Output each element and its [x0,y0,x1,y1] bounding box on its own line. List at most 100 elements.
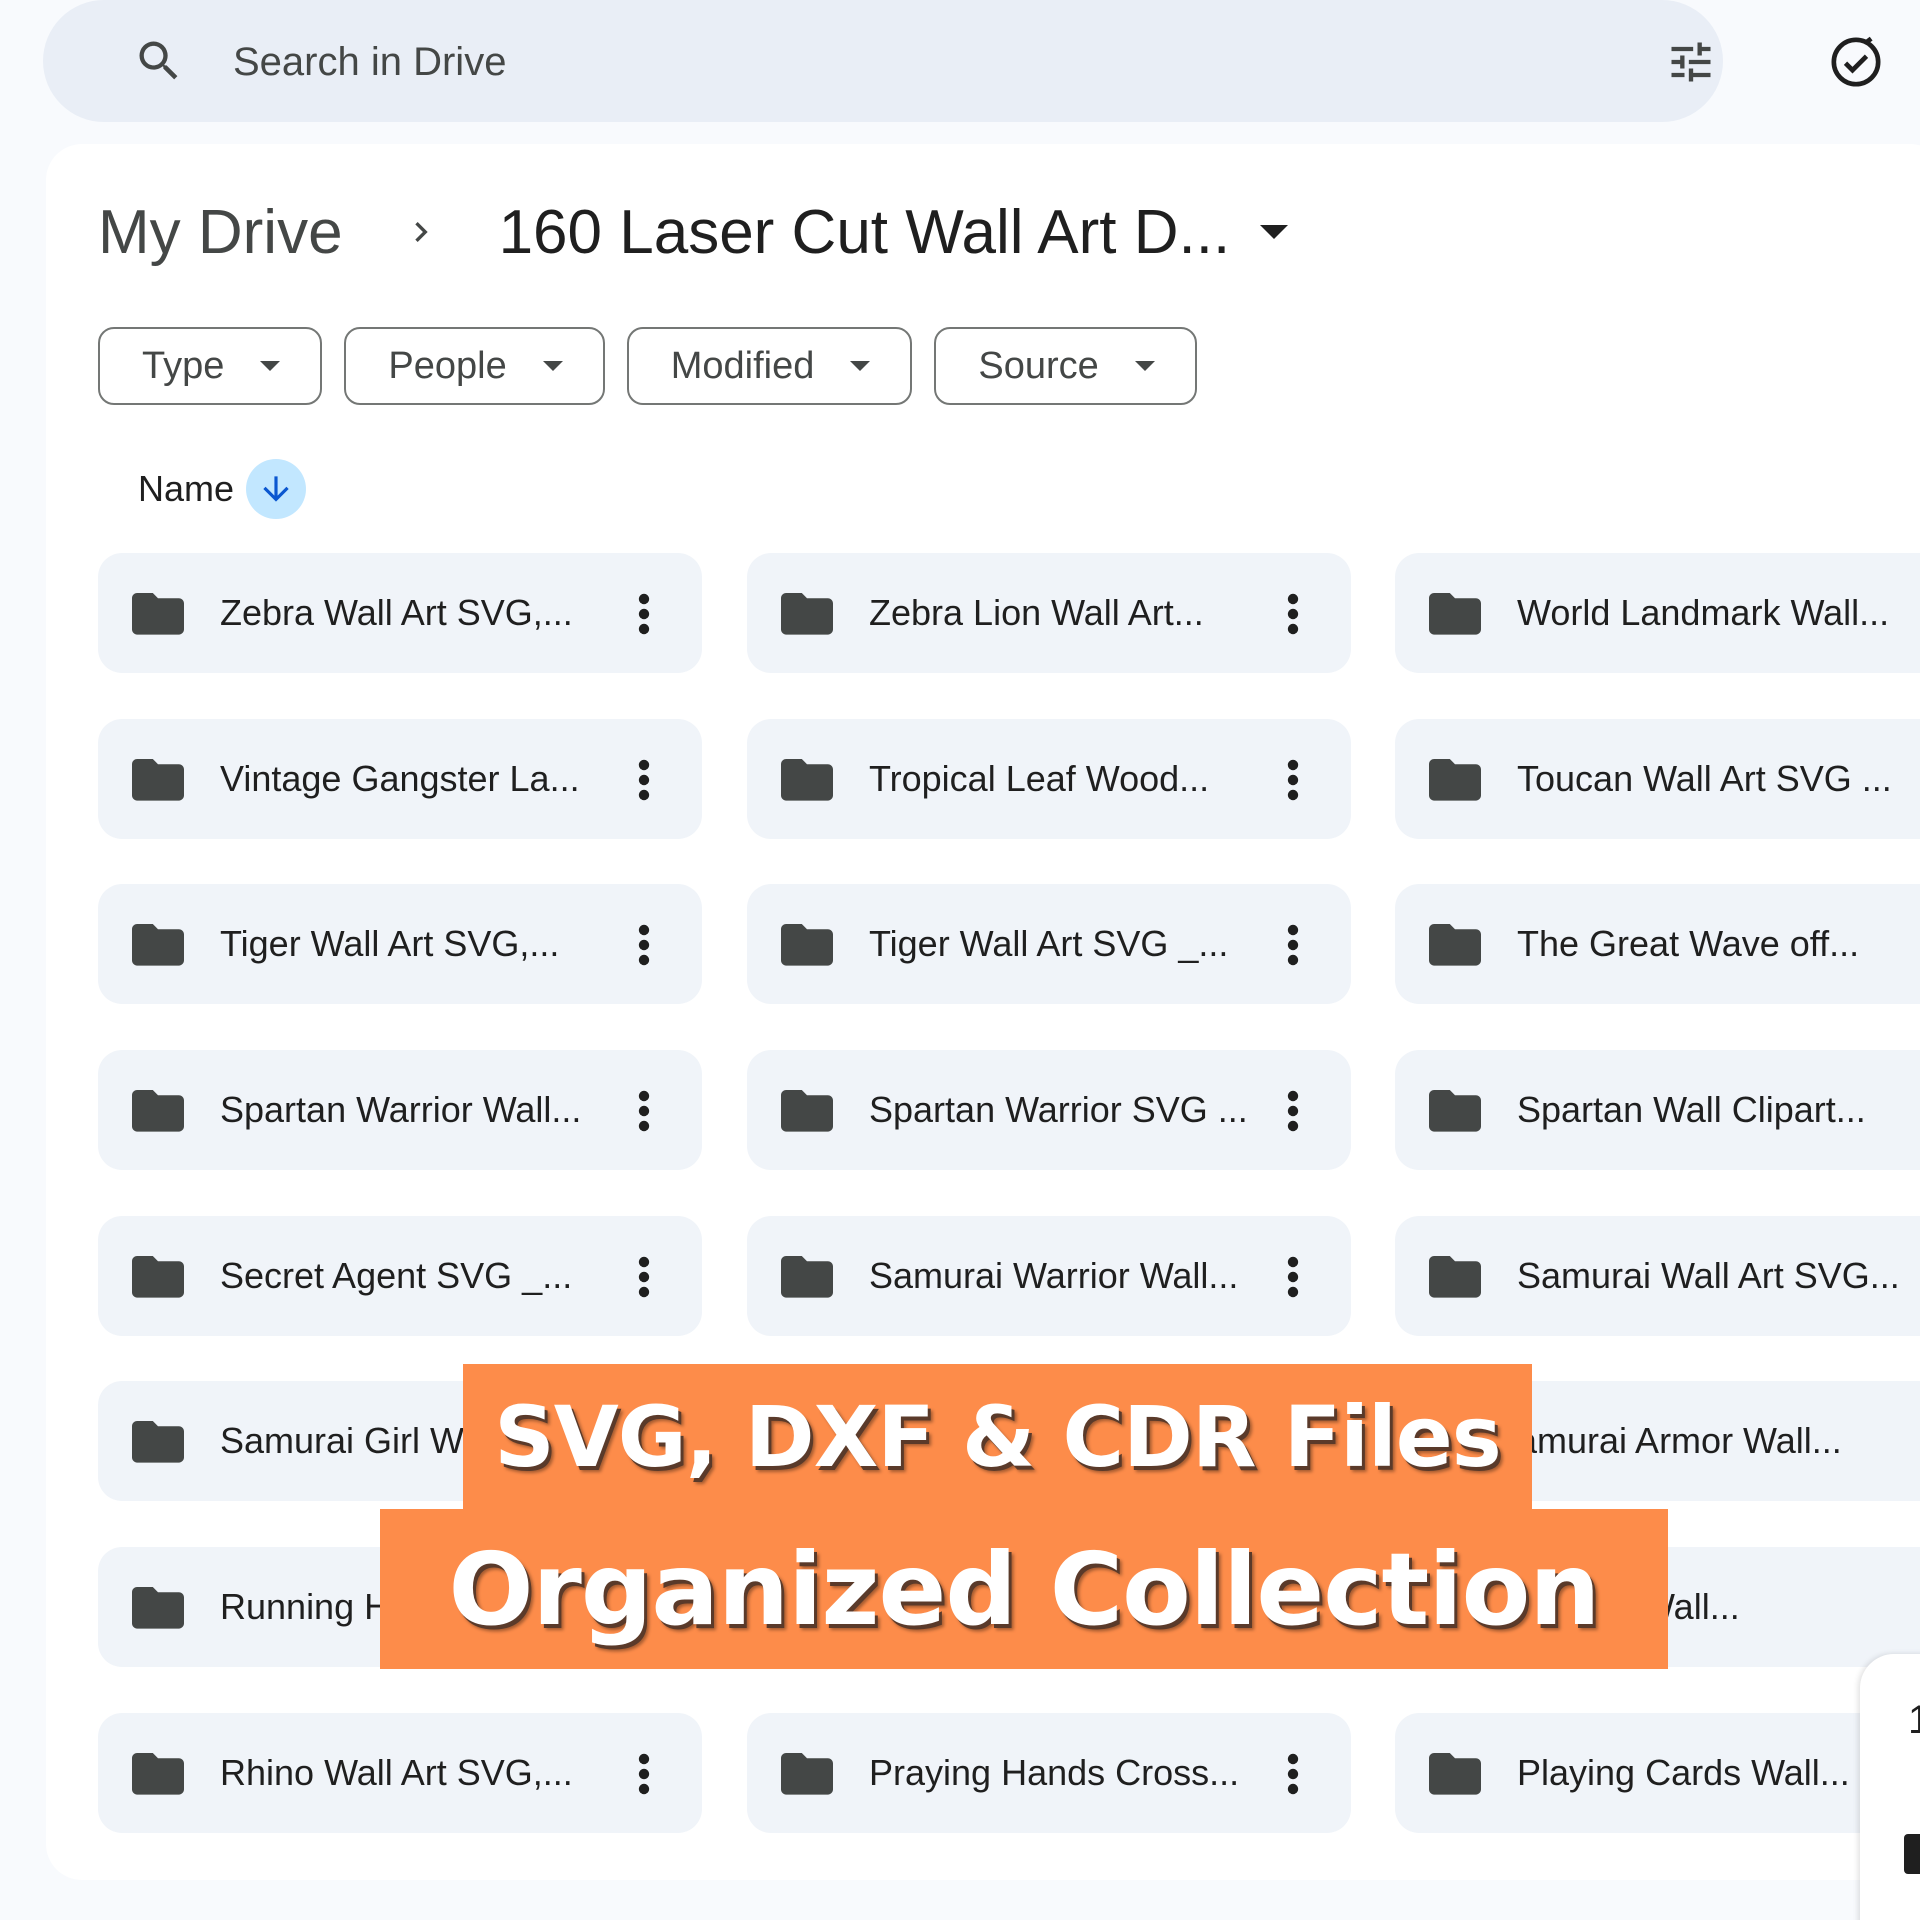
more-vert-icon[interactable] [636,1256,652,1298]
sort-by-name[interactable]: Name [138,458,307,520]
folder-card[interactable]: Tiger Wall Art SVG,... [98,884,702,1004]
folder-icon [132,1421,184,1463]
folder-card[interactable]: Praying Hands Cross... [747,1713,1351,1833]
folder-card[interactable]: World Landmark Wall... [1395,553,1920,673]
side-panel-icon [1904,1834,1920,1874]
folder-menu-caret-icon[interactable] [1260,225,1289,239]
promo-banner-line2: Organized Collection [380,1509,1668,1669]
promo-banner-line1: SVG, DXF & CDR Files [463,1364,1532,1510]
dropdown-arrow-icon [850,361,871,371]
folder-card[interactable]: Samurai Wall Art SVG... [1395,1216,1920,1336]
more-vert-icon[interactable] [636,759,652,801]
folder-name: amurai Armor Wall... [1517,1420,1842,1461]
folder-card[interactable]: Spartan Wall Clipart... [1395,1050,1920,1170]
breadcrumb-current-folder[interactable]: 160 Laser Cut Wall Art D... [499,197,1231,268]
folder-icon [132,1256,184,1298]
folder-name: Toucan Wall Art SVG ... [1517,758,1892,799]
more-vert-icon[interactable] [636,1090,652,1132]
folder-name: Spartan Warrior Wall... [220,1089,582,1130]
folder-card[interactable]: Playing Cards Wall... [1395,1713,1920,1833]
filter-label: Source [978,344,1099,387]
folder-icon [1429,1090,1481,1132]
folder-name: Spartan Wall Clipart... [1517,1089,1866,1130]
folder-card[interactable]: Zebra Lion Wall Art... [747,553,1351,673]
folder-name: The Great Wave off... [1517,923,1860,964]
breadcrumb: My Drive 160 Laser Cut Wall Art D... [98,192,1289,272]
folder-card[interactable]: The Great Wave off... [1395,884,1920,1004]
filter-source[interactable]: Source [934,327,1197,405]
folder-icon [132,924,184,966]
filter-chips: Type People Modified Source [98,327,1197,405]
arrow-down-icon [263,476,289,502]
banner-text-formats: SVG, DXF & CDR Files [494,1388,1501,1486]
drive-page: My Drive 160 Laser Cut Wall Art D... Typ… [0,0,1920,1920]
more-vert-icon[interactable] [1285,924,1301,966]
filter-people[interactable]: People [344,327,605,405]
folder-card[interactable]: Spartan Warrior SVG ... [747,1050,1351,1170]
more-vert-icon[interactable] [1285,1256,1301,1298]
breadcrumb-my-drive[interactable]: My Drive [98,197,343,268]
more-vert-icon[interactable] [636,593,652,635]
dropdown-arrow-icon [542,361,563,371]
filter-modified[interactable]: Modified [626,327,913,405]
search-options-icon[interactable] [1665,36,1717,88]
banner-text-collection: Organized Collection [448,1530,1601,1648]
folder-name: Spartan Warrior SVG ... [869,1089,1248,1130]
folder-name: Tiger Wall Art SVG,... [220,923,560,964]
more-vert-icon[interactable] [636,924,652,966]
folder-name: Samurai Warrior Wall... [869,1255,1239,1296]
more-vert-icon[interactable] [636,1753,652,1795]
folder-name: Rhino Wall Art SVG,... [220,1752,573,1793]
filter-label: Type [142,344,225,387]
folder-card[interactable]: Vintage Gangster La... [98,719,702,839]
folder-name: Secret Agent SVG _... [220,1255,573,1296]
folder-icon [132,1753,184,1795]
folder-card[interactable]: Zebra Wall Art SVG,... [98,553,702,673]
folder-name: Vintage Gangster La... [220,758,580,799]
folder-card[interactable]: Toucan Wall Art SVG ... [1395,719,1920,839]
folder-icon [132,593,184,635]
folder-card[interactable]: Tiger Wall Art SVG _... [747,884,1351,1004]
filter-type[interactable]: Type [98,327,323,405]
folder-card[interactable]: Tropical Leaf Wood... [747,719,1351,839]
search-icon[interactable] [133,35,185,87]
folder-icon [1429,1256,1481,1298]
folder-name: Tropical Leaf Wood... [869,758,1210,799]
folder-icon [781,924,833,966]
filter-label: People [388,344,507,387]
folder-name: Samurai Wall Art SVG... [1517,1255,1900,1296]
search-bar[interactable] [43,0,1723,122]
folder-icon [132,1587,184,1629]
offline-ready-icon[interactable] [1828,34,1884,90]
folder-name: Zebra Wall Art SVG,... [220,592,573,633]
more-vert-icon[interactable] [1285,593,1301,635]
folder-icon [781,1753,833,1795]
folder-name: Zebra Lion Wall Art... [869,592,1204,633]
folder-icon [781,593,833,635]
search-input[interactable] [231,30,1535,94]
sort-direction-button[interactable] [246,459,307,519]
folder-icon [1429,1753,1481,1795]
folder-name: Praying Hands Cross... [869,1752,1240,1793]
chevron-right-icon [414,222,428,242]
folder-icon [781,1256,833,1298]
folder-icon [1429,759,1481,801]
sort-label: Name [138,468,235,509]
filter-label: Modified [670,344,815,387]
side-panel-number: 1 [1908,1698,1920,1742]
folder-name: Tiger Wall Art SVG _... [869,923,1229,964]
folder-icon [781,1090,833,1132]
folder-card[interactable]: Spartan Warrior Wall... [98,1050,702,1170]
folder-icon [132,1090,184,1132]
dropdown-arrow-icon [260,361,281,371]
folder-card[interactable]: Rhino Wall Art SVG,... [98,1713,702,1833]
folder-icon [1429,593,1481,635]
folder-name: World Landmark Wall... [1517,592,1890,633]
more-vert-icon[interactable] [1285,1090,1301,1132]
folder-card[interactable]: Samurai Warrior Wall... [747,1216,1351,1336]
side-panel-edge: 1 [1860,1654,1920,1920]
folder-icon [781,759,833,801]
more-vert-icon[interactable] [1285,1753,1301,1795]
folder-card[interactable]: Secret Agent SVG _... [98,1216,702,1336]
more-vert-icon[interactable] [1285,759,1301,801]
